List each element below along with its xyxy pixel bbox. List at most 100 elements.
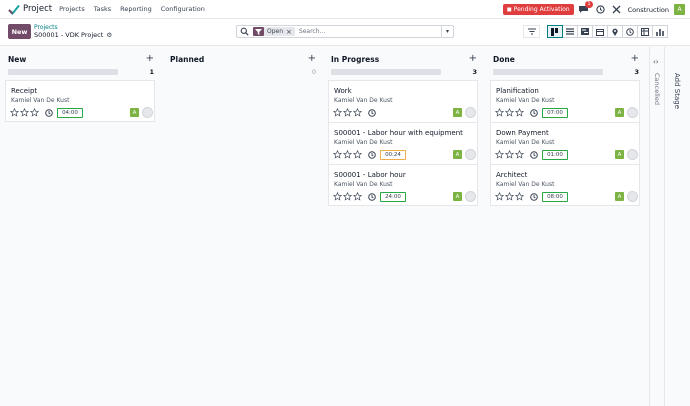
kanban-state-indicator[interactable] — [465, 191, 476, 202]
star-icon[interactable] — [343, 192, 352, 201]
view-map-button[interactable] — [607, 25, 623, 38]
gear-icon[interactable]: ⚙ — [106, 31, 112, 40]
add-task-button[interactable]: + — [469, 53, 477, 64]
bell-icon: ◼ — [506, 6, 512, 13]
expand-arrows-icon[interactable]: ‹› — [653, 58, 659, 66]
activity-clock-icon[interactable] — [530, 151, 538, 159]
kanban-state-indicator[interactable] — [627, 107, 638, 118]
menu-projects[interactable]: Projects — [59, 5, 85, 13]
activity-clock-icon[interactable] — [368, 151, 376, 159]
activity-clock-icon[interactable] — [368, 109, 376, 117]
star-icon[interactable] — [495, 108, 504, 117]
project-app-icon — [8, 4, 20, 15]
user-avatar[interactable]: A — [674, 4, 685, 15]
assignee-avatar[interactable]: A — [615, 108, 624, 117]
star-icon[interactable] — [495, 150, 504, 159]
view-pivot-button[interactable] — [637, 25, 653, 38]
assignee-avatar[interactable]: A — [130, 108, 139, 117]
star-icon[interactable] — [515, 108, 524, 117]
view-gantt-button[interactable] — [577, 25, 593, 38]
star-icon[interactable] — [495, 192, 504, 201]
messaging-button[interactable]: 1 — [578, 1, 593, 15]
view-list-button[interactable] — [562, 25, 578, 38]
column-title[interactable]: New — [8, 55, 26, 64]
star-icon[interactable] — [333, 150, 342, 159]
menu-tasks[interactable]: Tasks — [94, 5, 111, 13]
kanban-column-cancelled-folded[interactable]: ‹› Cancelled — [649, 47, 665, 406]
assignee-avatar[interactable]: A — [615, 192, 624, 201]
add-task-button[interactable]: + — [308, 53, 316, 64]
menu-configuration[interactable]: Configuration — [161, 5, 205, 13]
activity-clock-icon[interactable] — [368, 193, 376, 201]
star-icon[interactable] — [333, 192, 342, 201]
view-kanban-button[interactable] — [547, 25, 563, 38]
star-icon[interactable] — [343, 108, 352, 117]
close-icon[interactable]: × — [286, 28, 292, 36]
view-calendar-button[interactable] — [592, 25, 608, 38]
search-options-toggle[interactable]: ▾ — [441, 26, 453, 37]
pending-activation-button[interactable]: ◼ Pending Activation — [502, 4, 574, 15]
star-icon[interactable] — [353, 192, 362, 201]
kanban-state-indicator[interactable] — [465, 149, 476, 160]
column-title[interactable]: Planned — [170, 55, 204, 64]
task-card[interactable]: Down Payment Kamiel Van De Kust 01:00 A — [490, 122, 640, 164]
column-progress-bar[interactable] — [331, 69, 441, 75]
star-icon[interactable] — [515, 192, 524, 201]
column-progress-bar[interactable] — [8, 69, 118, 75]
allocated-hours-badge: 07:00 — [542, 108, 568, 118]
task-card[interactable]: S00001 - Labor hour Kamiel Van De Kust 2… — [328, 164, 478, 206]
star-icon[interactable] — [505, 108, 514, 117]
star-icon[interactable] — [505, 150, 514, 159]
column-title[interactable]: In Progress — [331, 55, 379, 64]
star-icon[interactable] — [515, 150, 524, 159]
app-brand[interactable]: Project — [8, 4, 52, 15]
search-input[interactable] — [298, 28, 429, 35]
pending-activation-label: Pending Activation — [513, 6, 570, 13]
breadcrumb-projects-link[interactable]: Projects — [34, 24, 112, 31]
kanban-state-indicator[interactable] — [627, 191, 638, 202]
star-icon[interactable] — [30, 108, 39, 117]
assignee-avatar[interactable]: A — [453, 150, 462, 159]
kanban-state-indicator[interactable] — [142, 107, 153, 118]
star-icon[interactable] — [353, 108, 362, 117]
search-facet: Open × — [253, 27, 295, 36]
task-card[interactable]: Planification Kamiel Van De Kust 07:00 A — [490, 80, 640, 122]
star-icon[interactable] — [20, 108, 29, 117]
task-card[interactable]: S00001 - Labor hour with equipment Kamie… — [328, 122, 478, 164]
activity-button[interactable] — [596, 5, 606, 15]
company-switcher[interactable]: Construction — [628, 6, 669, 14]
assignee-avatar[interactable]: A — [615, 150, 624, 159]
add-stage-button[interactable]: Add Stage — [673, 73, 681, 109]
kanban-state-indicator[interactable] — [627, 149, 638, 160]
activity-clock-icon[interactable] — [45, 109, 53, 117]
kanban-state-indicator[interactable] — [465, 107, 476, 118]
menu-reporting[interactable]: Reporting — [120, 5, 152, 13]
column-progress-bar[interactable] — [493, 69, 603, 75]
activity-clock-icon[interactable] — [530, 193, 538, 201]
kanban-icon — [551, 27, 558, 36]
star-icon[interactable] — [10, 108, 19, 117]
task-card[interactable]: Work Kamiel Van De Kust A — [328, 80, 478, 122]
priority-stars — [10, 108, 40, 117]
priority-stars — [495, 150, 525, 159]
view-activity-button[interactable] — [622, 25, 638, 38]
add-task-button[interactable]: + — [146, 53, 154, 64]
assignee-avatar[interactable]: A — [453, 108, 462, 117]
debug-tools-button[interactable] — [612, 5, 622, 15]
activity-clock-icon[interactable] — [530, 109, 538, 117]
assignee-avatar[interactable]: A — [453, 192, 462, 201]
allocated-hours-badge: 08:00 — [542, 192, 568, 202]
view-graph-button[interactable] — [652, 25, 668, 38]
new-button[interactable]: New — [8, 24, 31, 39]
priority-stars — [495, 108, 525, 117]
search-icon[interactable] — [240, 27, 249, 36]
add-task-button[interactable]: + — [631, 53, 639, 64]
group-by-button[interactable] — [523, 25, 540, 38]
column-title[interactable]: Done — [493, 55, 515, 64]
star-icon[interactable] — [333, 108, 342, 117]
star-icon[interactable] — [505, 192, 514, 201]
task-card[interactable]: Architect Kamiel Van De Kust 08:00 A — [490, 164, 640, 206]
star-icon[interactable] — [343, 150, 352, 159]
star-icon[interactable] — [353, 150, 362, 159]
task-card[interactable]: Receipt Kamiel Van De Kust 04:00 A — [5, 80, 155, 122]
